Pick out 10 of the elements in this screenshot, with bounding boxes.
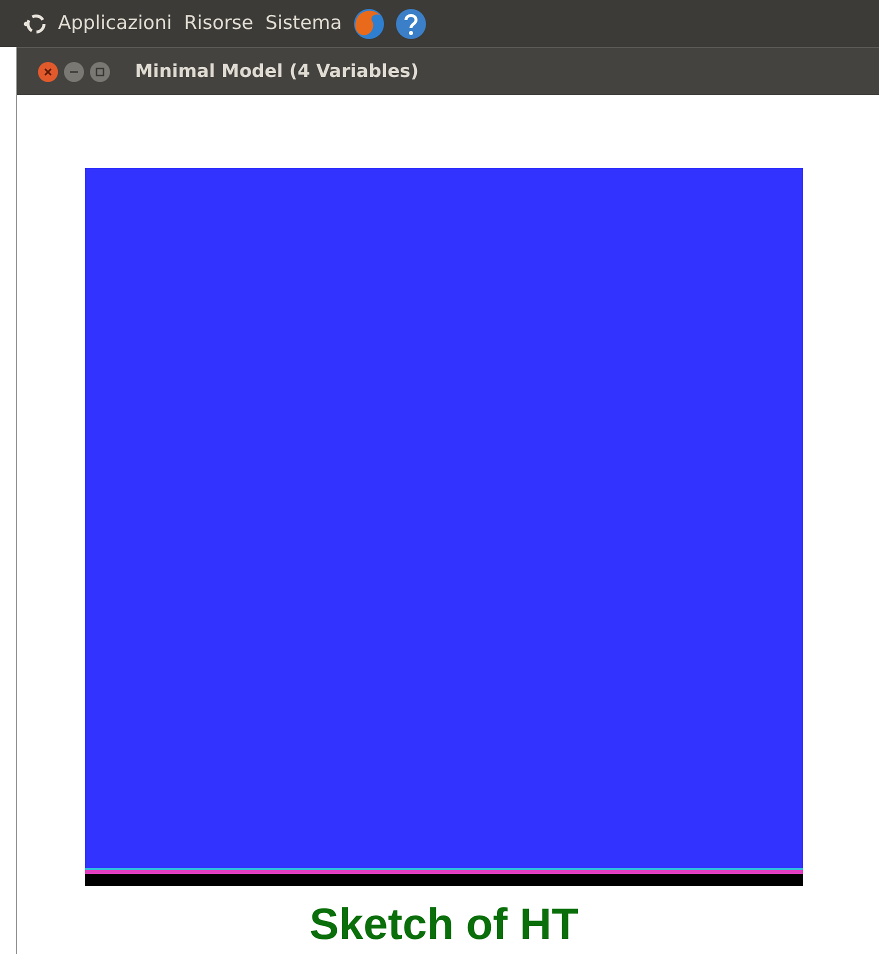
minimize-icon[interactable] [63, 60, 85, 82]
window-title: Minimal Model (4 Variables) [135, 60, 419, 84]
panel-menu[interactable]: Sistema [263, 9, 344, 38]
panel-menu[interactable]: Risorse [182, 9, 256, 38]
heading: Sketch of HT [310, 899, 578, 951]
maximize-icon[interactable] [89, 60, 111, 82]
panel-menu[interactable]: Applicazioni [56, 9, 174, 38]
browser-icon[interactable] [352, 6, 386, 40]
help-icon[interactable] [394, 6, 428, 40]
close-icon[interactable] [37, 60, 59, 82]
